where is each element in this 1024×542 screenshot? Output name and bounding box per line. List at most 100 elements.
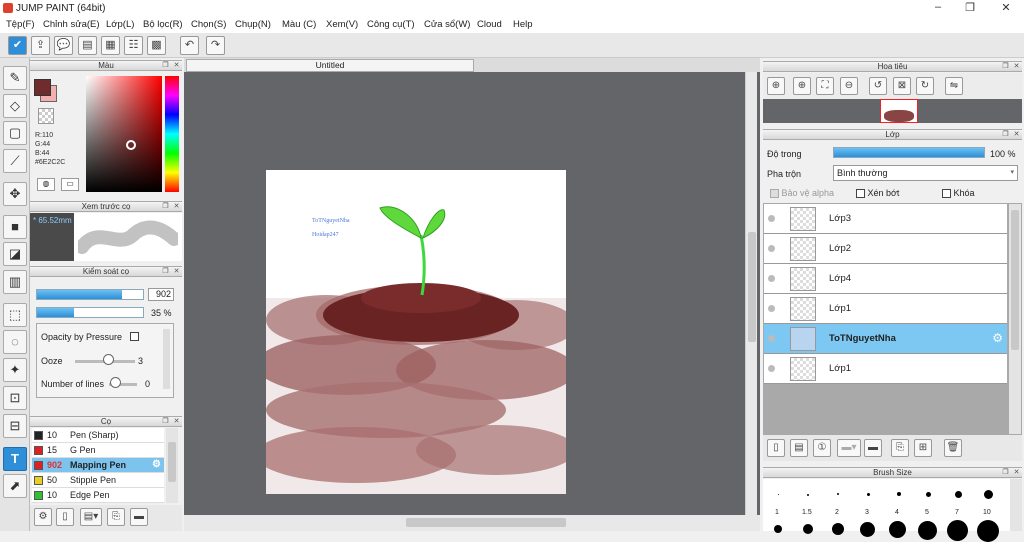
menu-view[interactable]: Xem(V) [326,19,358,30]
brush-list-scrollbar[interactable] [166,428,178,503]
scroll-thumb[interactable] [168,442,176,482]
zoom-out-icon[interactable]: ⊖ [840,77,858,95]
reset-rotation-icon[interactable]: ⊠ [893,77,911,95]
zoom-in-alt-icon[interactable]: ⊕ [793,77,811,95]
menu-window[interactable]: Cửa sổ(W) [424,19,470,30]
layer-row[interactable]: Lớp1 [764,354,1007,384]
redo-icon[interactable]: ↷ [206,36,225,55]
layer-menu-icon[interactable]: ▬▾ [837,439,861,457]
saturation-value-picker[interactable] [86,76,162,192]
panel-close-icon[interactable]: ✕ [1012,468,1021,477]
fill-rect-tool-icon[interactable]: ■ [3,215,27,239]
drawing-canvas[interactable]: ToTNguyetNha Hoidap247 [266,170,566,494]
brush-item[interactable]: 50 Stipple Pen [32,473,164,488]
transparent-color-swatch[interactable] [38,108,54,124]
brush-size-dot[interactable] [837,493,839,495]
brush-size-dot[interactable] [977,520,999,542]
eraser-tool-icon[interactable]: ◇ [3,94,27,118]
lock-option[interactable]: Khóa [942,188,975,199]
ooze-slider-handle[interactable] [103,354,114,365]
visibility-icon[interactable] [768,245,775,252]
operation-tool-icon[interactable]: ⬈ [3,474,27,498]
visibility-icon[interactable] [768,215,775,222]
clipping-checkbox[interactable] [856,189,865,199]
copy-brush-icon[interactable]: ⎘ [107,508,125,526]
swap-icon[interactable]: ▭ [61,178,79,191]
layer-row[interactable]: Lớp3 [764,204,1007,234]
panel-close-icon[interactable]: ✕ [1012,62,1021,71]
menu-color[interactable]: Màu (C) [282,19,316,30]
detach-icon[interactable]: ❐ [161,267,170,276]
gear-icon[interactable]: ⚙ [992,331,1003,345]
scroll-thumb[interactable] [1011,210,1019,350]
menu-edit[interactable]: Chỉnh sửa(E) [43,19,100,30]
brush-size-dot[interactable] [984,490,993,499]
visibility-icon[interactable] [768,305,775,312]
select-eraser-tool-icon[interactable]: ⊟ [3,414,27,438]
comment-icon[interactable]: 💬 [54,36,73,55]
color-picker-handle[interactable] [126,140,136,150]
detach-icon[interactable]: ❐ [1001,62,1010,71]
new-layer-alt-icon[interactable]: ▤ [790,439,808,457]
palette-icon[interactable]: ◍ [37,178,55,191]
lock-checkbox[interactable] [942,189,951,199]
menu-help[interactable]: Help [513,19,533,30]
close-button[interactable]: ✕ [996,1,1016,14]
canvas-horizontal-scrollbar[interactable] [184,515,760,531]
layer-folder-icon[interactable]: ▬ [864,439,882,457]
menu-filter[interactable]: Bộ lọc(R) [143,19,183,30]
brush-size-dot[interactable] [926,492,931,497]
menu-cloud[interactable]: Cloud [477,19,502,30]
brush-item[interactable]: 10 Pen (Sharp) [32,428,164,443]
brush-size-dot[interactable] [860,522,875,537]
clipping-option[interactable]: Xén bớt [856,188,899,199]
menu-tools[interactable]: Công cụ(T) [367,19,415,30]
brush-size-slider[interactable] [36,289,144,300]
layer-list-scrollbar[interactable] [1009,204,1021,434]
detach-icon[interactable]: ❐ [1001,468,1010,477]
scroll-thumb[interactable] [748,232,756,342]
brush-size-dot[interactable] [807,494,809,496]
visibility-icon[interactable] [768,335,775,342]
duplicate-layer-icon[interactable]: ⎘ [891,439,909,457]
options-scrollbar[interactable] [163,329,170,389]
zoom-in-icon[interactable]: ⊕ [767,77,785,95]
move-tool-icon[interactable]: ✥ [3,182,27,206]
panel-close-icon[interactable]: ✕ [172,202,181,211]
brush-menu-icon[interactable]: ▤▾ [80,508,102,526]
minimize-button[interactable]: – [928,1,948,13]
detach-icon[interactable]: ❐ [161,202,170,211]
magic-wand-tool-icon[interactable]: ✦ [3,358,27,382]
detach-icon[interactable]: ❐ [161,417,170,426]
brush-size-dot[interactable] [832,523,844,535]
message-icon[interactable]: ▤ [78,36,97,55]
layer-row-selected[interactable]: ToTNguyetNha ⚙ [764,324,1007,354]
blend-mode-select[interactable]: Bình thường ▾ [833,165,1018,181]
navigator-viewport-frame[interactable] [880,99,918,123]
brush-tool-icon[interactable]: ✎ [3,66,27,90]
layer-row[interactable]: Lớp4 [764,264,1007,294]
navigator-preview[interactable] [763,99,1022,123]
visibility-icon[interactable] [768,275,775,282]
brush-size-dot[interactable] [897,492,901,496]
menu-capture[interactable]: Chụp(N) [235,19,271,30]
lasso-tool-icon[interactable]: ◌ [3,330,27,354]
detach-icon[interactable]: ❐ [161,61,170,70]
protect-alpha-option[interactable]: Bảo vệ alpha [770,188,834,199]
foreground-color-swatch[interactable] [34,79,51,96]
brush-item[interactable]: 15 G Pen [32,443,164,458]
menu-layer[interactable]: Lớp(L) [106,19,134,30]
flip-icon[interactable]: ⇋ [945,77,963,95]
bucket-tool-icon[interactable]: ◪ [3,242,27,266]
maximize-button[interactable]: ❐ [960,1,980,14]
canvas-vertical-scrollbar[interactable] [745,72,757,515]
select-tool-icon[interactable]: ⬚ [3,303,27,327]
brush-settings-icon[interactable]: ⚙ [34,508,52,526]
share-icon[interactable]: ⇪ [31,36,50,55]
visibility-icon[interactable] [768,365,775,372]
protect-alpha-checkbox[interactable] [770,189,779,199]
new-layer-1bit-icon[interactable]: ① [813,439,831,457]
new-layer-icon[interactable]: ▯ [767,439,785,457]
fit-screen-icon[interactable]: ⛶ [816,77,834,95]
layer-opacity-slider[interactable] [833,147,985,158]
